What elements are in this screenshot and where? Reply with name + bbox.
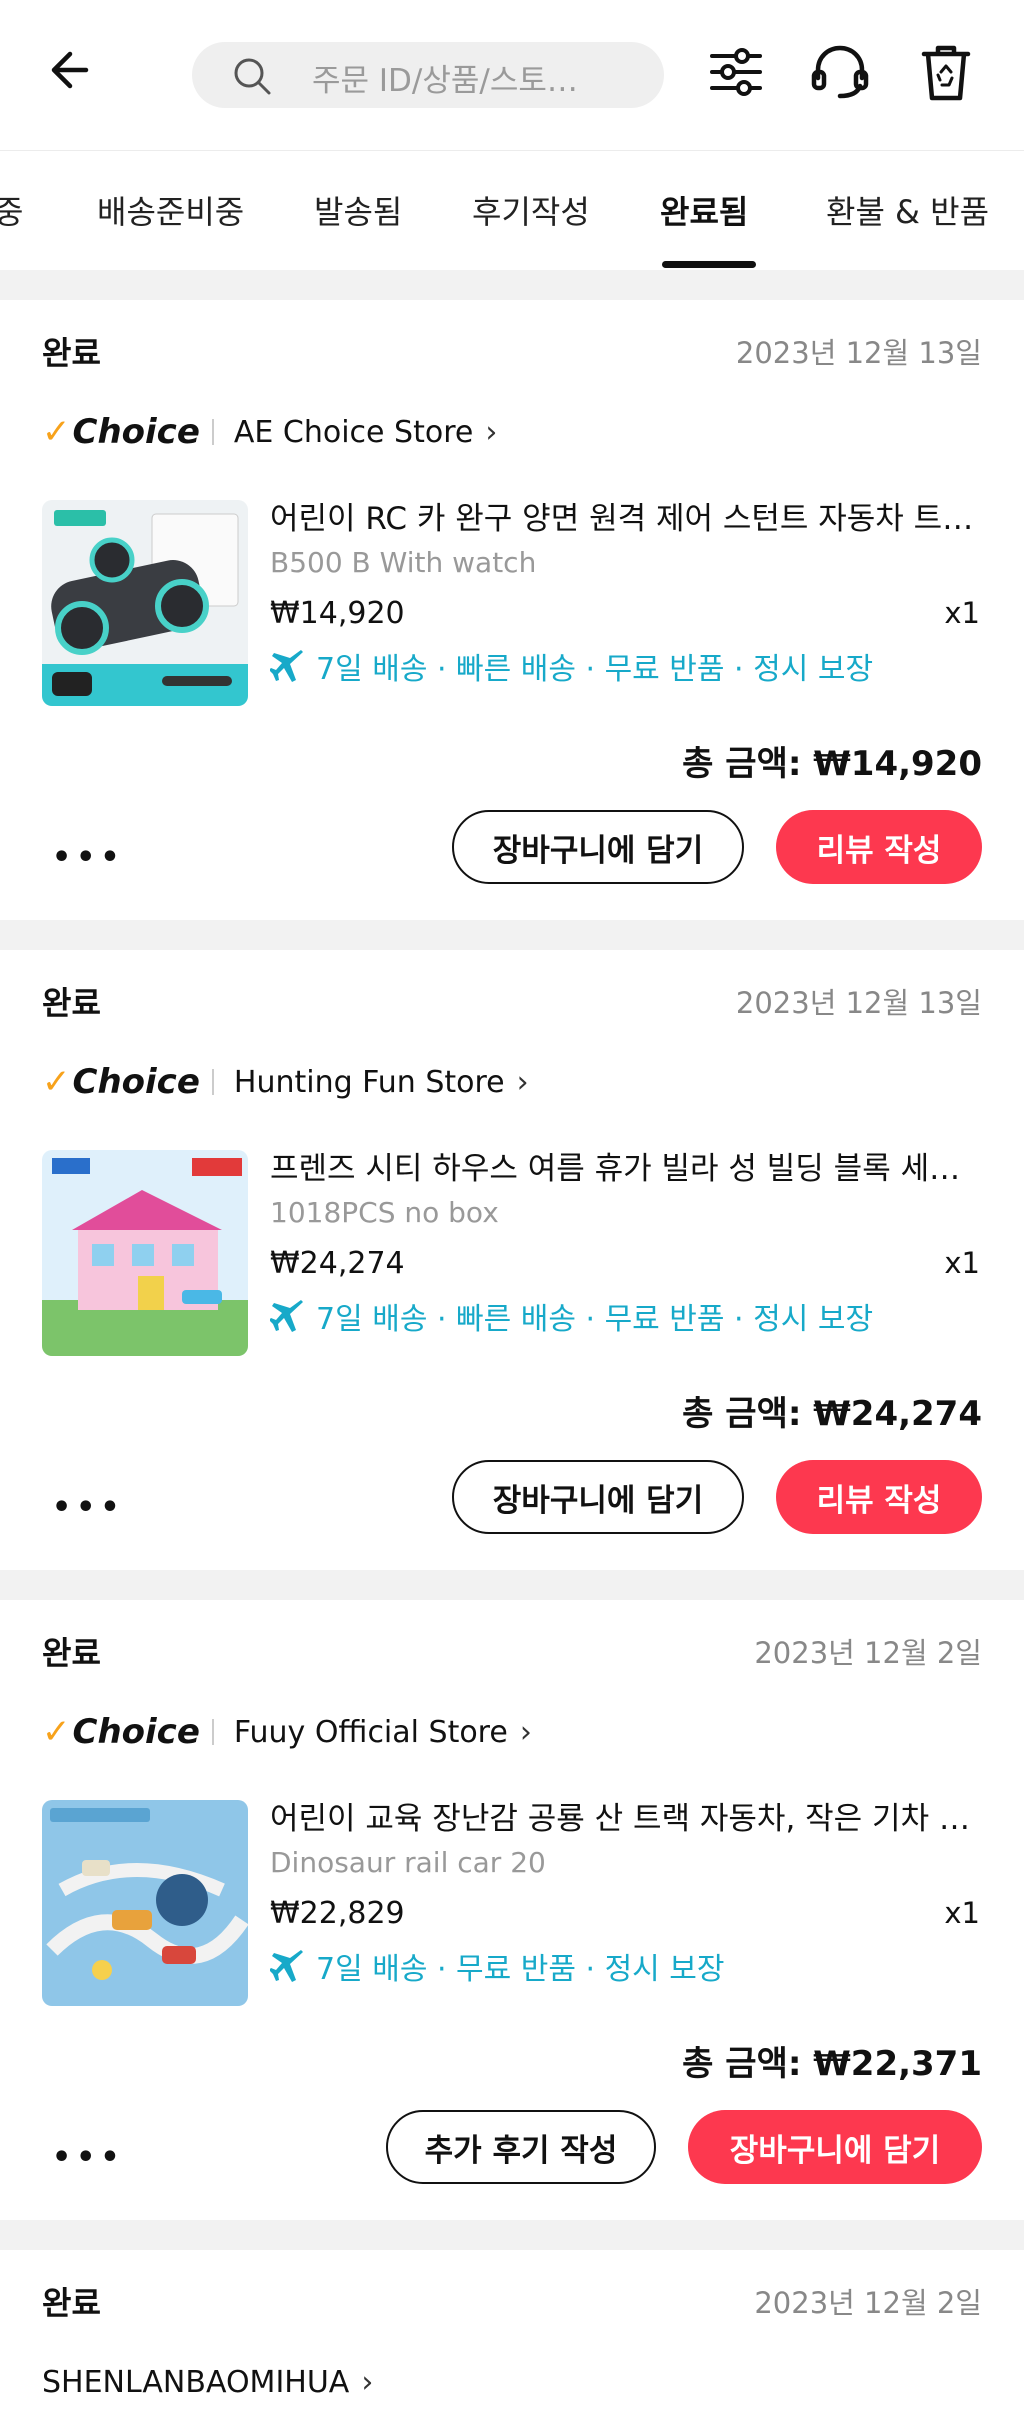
- top-bar: 주문 ID/상품/스토…: [0, 0, 1024, 150]
- checkmark-icon: ✓: [42, 1062, 71, 1102]
- recycle-bin-icon[interactable]: [914, 40, 978, 104]
- filter-icon[interactable]: [704, 40, 768, 104]
- product-quantity: x1: [944, 1246, 980, 1280]
- airplane-icon: [270, 1950, 303, 1982]
- order-date: 2023년 12월 2일: [754, 1636, 982, 1670]
- product-title[interactable]: 프렌즈 시티 하우스 여름 휴가 빌라 성 빌딩 블록 세…: [270, 1143, 980, 1188]
- store-name: AE Choice Store: [233, 414, 474, 450]
- chevron-right-icon: ›: [516, 1064, 529, 1100]
- order-status: 완료: [42, 1634, 101, 1672]
- product-quantity: x1: [944, 596, 980, 630]
- delivery-features: 7일 배송 · 빠른 배송 · 무료 반품 · 정시 보장: [270, 644, 873, 688]
- write-additional-review-button[interactable]: 추가 후기 작성: [386, 2110, 656, 2184]
- order-status: 완료: [42, 334, 101, 372]
- store-name: SHENLANBAOMIHUA: [42, 2364, 350, 2400]
- order-total: 총 금액: ₩24,274: [682, 1394, 982, 1434]
- order-date: 2023년 12월 13일: [735, 336, 982, 370]
- order-card: 완료 2023년 12월 13일 ✓ Choice AE Choice Store…: [0, 300, 1024, 920]
- add-to-cart-button[interactable]: 장바구니에 담기: [688, 2110, 982, 2184]
- airplane-icon: [270, 650, 303, 682]
- store-link[interactable]: ✓ Choice Fuuy Official Store ›: [42, 1710, 532, 1754]
- product-image-villa-blocks[interactable]: [42, 1150, 248, 1356]
- product-variant: B500 B With watch: [270, 546, 537, 579]
- store-link[interactable]: ✓ Choice AE Choice Store ›: [42, 410, 497, 454]
- order-status: 완료: [42, 984, 101, 1022]
- delivery-features: 7일 배송 · 무료 반품 · 정시 보장: [270, 1944, 725, 1988]
- divider: [211, 1719, 214, 1745]
- product-price: ₩14,920: [270, 596, 405, 631]
- product-quantity: x1: [944, 1896, 980, 1930]
- product-image-dinosaur-track[interactable]: [42, 1800, 248, 2006]
- chevron-right-icon: ›: [361, 2364, 374, 2400]
- tab-review[interactable]: 후기작성: [472, 187, 590, 233]
- airplane-icon: [270, 1300, 303, 1332]
- order-status-tabs: 중 배송준비중 발송됨 후기작성 완료됨 환불 & 반품: [0, 150, 1024, 270]
- back-arrow-icon[interactable]: [44, 40, 104, 100]
- active-tab-indicator: [662, 261, 756, 268]
- product-title[interactable]: 어린이 RC 카 완구 양면 원격 제어 스턴트 자동차 트…: [270, 493, 980, 538]
- choice-badge: ✓ Choice: [42, 1062, 200, 1102]
- search-input[interactable]: 주문 ID/상품/스토…: [192, 42, 664, 108]
- tab-preparing[interactable]: 배송준비중: [97, 187, 244, 233]
- product-variant: Dinosaur rail car 20: [270, 1846, 546, 1879]
- product-price: ₩22,829: [270, 1896, 405, 1931]
- order-card: 완료 2023년 12월 2일 SHENLANBAOMIHUA ›: [0, 2250, 1024, 2414]
- divider: [211, 419, 214, 445]
- more-options-icon[interactable]: •••: [52, 840, 125, 875]
- order-date: 2023년 12월 13일: [735, 986, 982, 1020]
- add-to-cart-button[interactable]: 장바구니에 담기: [452, 1460, 744, 1534]
- product-variant: 1018PCS no box: [270, 1196, 499, 1229]
- tab-refund-return[interactable]: 환불 & 반품: [826, 187, 989, 233]
- delivery-features: 7일 배송 · 빠른 배송 · 무료 반품 · 정시 보장: [270, 1294, 873, 1338]
- search-icon: [234, 58, 271, 95]
- order-date: 2023년 12월 2일: [754, 2286, 982, 2320]
- tab-shipped[interactable]: 발송됨: [314, 187, 402, 233]
- order-card: 완료 2023년 12월 13일 ✓ Choice Hunting Fun Sto…: [0, 950, 1024, 1570]
- chevron-right-icon: ›: [485, 414, 498, 450]
- order-card: 완료 2023년 12월 2일 ✓ Choice Fuuy Official St…: [0, 1600, 1024, 2220]
- choice-badge: ✓ Choice: [42, 1712, 200, 1752]
- headset-support-icon[interactable]: [808, 40, 872, 104]
- chevron-right-icon: ›: [519, 1714, 532, 1750]
- store-name: Fuuy Official Store: [233, 1714, 508, 1750]
- product-title[interactable]: 어린이 교육 장난감 공룡 산 트랙 자동차, 작은 기차 …: [270, 1793, 980, 1838]
- divider: [211, 1069, 214, 1095]
- store-name: Hunting Fun Store: [233, 1064, 505, 1100]
- more-options-icon[interactable]: •••: [52, 2140, 125, 2175]
- product-image-rc-car[interactable]: [42, 500, 248, 706]
- checkmark-icon: ✓: [42, 1712, 71, 1752]
- checkmark-icon: ✓: [42, 412, 71, 452]
- store-link[interactable]: ✓ Choice Hunting Fun Store ›: [42, 1060, 529, 1104]
- tab-completed[interactable]: 완료됨: [660, 187, 748, 233]
- order-total: 총 금액: ₩14,920: [682, 744, 982, 784]
- write-review-button[interactable]: 리뷰 작성: [776, 1460, 982, 1534]
- order-status: 완료: [42, 2284, 101, 2322]
- more-options-icon[interactable]: •••: [52, 1490, 125, 1525]
- product-price: ₩24,274: [270, 1246, 405, 1281]
- search-placeholder: 주문 ID/상품/스토…: [312, 63, 578, 99]
- tab-previous[interactable]: 중: [0, 187, 23, 233]
- store-link[interactable]: SHENLANBAOMIHUA ›: [42, 2360, 373, 2404]
- write-review-button[interactable]: 리뷰 작성: [776, 810, 982, 884]
- choice-badge: ✓ Choice: [42, 412, 200, 452]
- order-total: 총 금액: ₩22,371: [682, 2044, 982, 2084]
- add-to-cart-button[interactable]: 장바구니에 담기: [452, 810, 744, 884]
